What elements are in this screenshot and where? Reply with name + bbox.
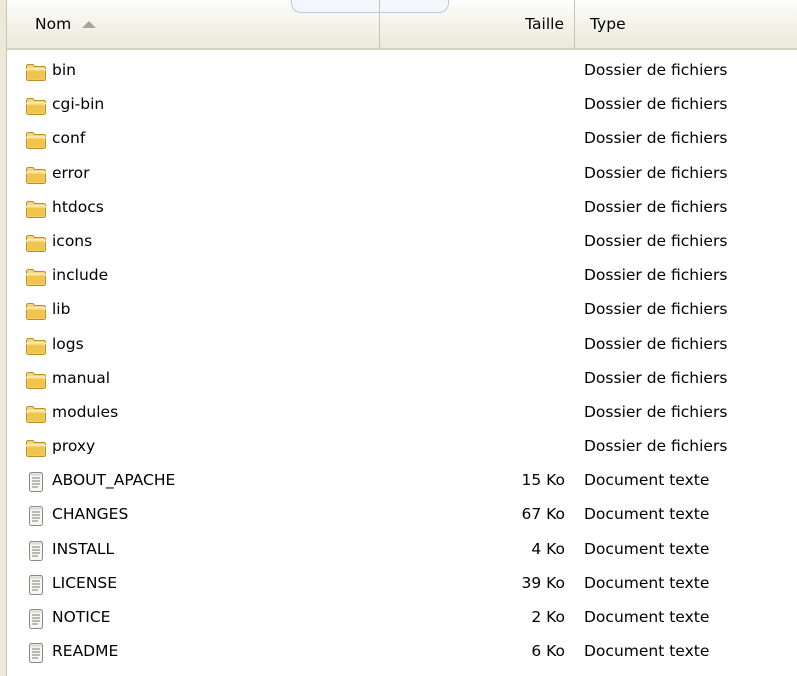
text-document-icon (25, 609, 47, 629)
folder-icon (25, 301, 47, 321)
folder-icon (25, 62, 47, 82)
file-list: bin Dossier de fichiers cgi-bin Dossier de… (7, 55, 797, 670)
folder-icon (25, 233, 47, 253)
file-type: Dossier de fichiers (584, 437, 728, 456)
column-header-name-label: Nom (35, 15, 72, 33)
folder-icon (25, 438, 47, 458)
column-header-name[interactable]: Nom (7, 0, 380, 48)
file-name: manual (52, 368, 111, 387)
folder-icon (25, 370, 47, 390)
file-row[interactable]: ABOUT_APACHE 15 Ko Document texte (7, 465, 797, 499)
file-type: Dossier de fichiers (584, 231, 728, 250)
file-type: Dossier de fichiers (584, 334, 728, 353)
file-type: Document texte (584, 642, 710, 661)
file-name: NOTICE (52, 608, 111, 626)
file-row[interactable]: cgi-bin Dossier de fichiers (7, 89, 797, 123)
file-name: ABOUT_APACHE (52, 471, 176, 490)
file-row[interactable]: INSTALL 4 Ko Document texte (7, 534, 797, 568)
text-document-icon (25, 643, 47, 664)
column-header-bar: Nom Taille Type (7, 0, 797, 50)
file-row[interactable]: proxy Dossier de fichiers (7, 431, 797, 465)
file-name: conf (52, 129, 86, 148)
file-type: Dossier de fichiers (584, 95, 728, 114)
sort-ascending-icon (82, 20, 97, 28)
file-type: Dossier de fichiers (584, 61, 728, 79)
file-size: 6 Ko (531, 642, 565, 661)
file-type: Document texte (584, 608, 710, 626)
file-type: Dossier de fichiers (584, 266, 728, 285)
folder-icon (25, 404, 47, 424)
folder-icon (25, 165, 47, 185)
file-name: logs (52, 334, 84, 353)
file-type: Dossier de fichiers (584, 129, 728, 148)
file-row[interactable]: error Dossier de fichiers (7, 158, 797, 192)
text-document-icon (25, 472, 47, 493)
file-row[interactable]: logs Dossier de fichiers (7, 329, 797, 363)
text-document-icon (25, 506, 47, 527)
file-name: proxy (52, 437, 96, 456)
folder-icon (25, 199, 47, 219)
file-size: 67 Ko (521, 505, 565, 524)
folder-icon (25, 96, 47, 116)
file-name: lib (52, 300, 71, 319)
file-name: htdocs (52, 197, 104, 216)
file-row[interactable]: NOTICE 2 Ko Document texte (7, 602, 797, 636)
folder-icon (25, 267, 47, 287)
file-type: Document texte (584, 471, 710, 490)
file-row[interactable]: icons Dossier de fichiers (7, 226, 797, 260)
column-header-type-label: Type (590, 15, 626, 33)
file-type: Dossier de fichiers (584, 402, 728, 421)
file-name: bin (52, 61, 76, 79)
file-row[interactable]: modules Dossier de fichiers (7, 397, 797, 431)
file-row[interactable]: bin Dossier de fichiers (7, 55, 797, 89)
file-name: icons (52, 231, 93, 250)
file-row[interactable]: README 6 Ko Document texte (7, 636, 797, 670)
file-row[interactable]: manual Dossier de fichiers (7, 363, 797, 397)
folder-icon (25, 336, 47, 356)
file-name: LICENSE (52, 573, 118, 592)
file-row[interactable]: lib Dossier de fichiers (7, 294, 797, 328)
text-document-icon (25, 574, 47, 595)
file-type: Document texte (584, 573, 710, 592)
file-size: 2 Ko (531, 608, 565, 626)
file-row[interactable]: LICENSE 39 Ko Document texte (7, 568, 797, 602)
column-header-size[interactable]: Taille (380, 0, 575, 48)
file-type: Dossier de fichiers (584, 368, 728, 387)
file-name: error (52, 163, 90, 182)
text-document-icon (25, 540, 47, 561)
file-type: Document texte (584, 539, 710, 558)
file-row[interactable]: conf Dossier de fichiers (7, 123, 797, 157)
folder-icon (25, 130, 47, 150)
file-row[interactable]: include Dossier de fichiers (7, 260, 797, 294)
file-name: INSTALL (52, 539, 115, 558)
file-row[interactable]: htdocs Dossier de fichiers (7, 192, 797, 226)
file-type: Dossier de fichiers (584, 163, 728, 182)
file-row[interactable]: CHANGES 67 Ko Document texte (7, 499, 797, 533)
file-name: README (52, 642, 119, 661)
file-name: CHANGES (52, 505, 129, 524)
file-size: 4 Ko (531, 539, 565, 558)
file-name: modules (52, 402, 119, 421)
file-size: 15 Ko (521, 471, 565, 490)
file-size: 39 Ko (521, 573, 565, 592)
file-type: Dossier de fichiers (584, 300, 728, 319)
file-type: Dossier de fichiers (584, 197, 728, 216)
left-pane-edge (0, 0, 7, 676)
file-name: include (52, 266, 109, 285)
file-type: Document texte (584, 505, 710, 524)
file-name: cgi-bin (52, 95, 105, 114)
column-header-size-label: Taille (525, 15, 564, 33)
column-header-type[interactable]: Type (575, 0, 797, 48)
